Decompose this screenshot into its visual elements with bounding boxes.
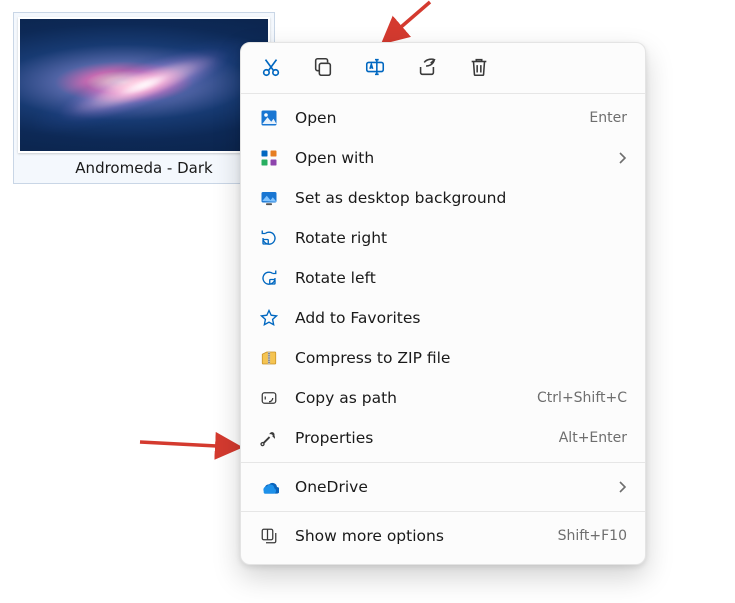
menu-label: Copy as path (295, 389, 537, 407)
menu-label: Add to Favorites (295, 309, 627, 327)
menu-onedrive[interactable]: OneDrive (241, 467, 645, 507)
annotation-arrow-top (374, 0, 444, 46)
file-thumbnail (18, 17, 270, 153)
menu-set-wallpaper[interactable]: Set as desktop background (241, 178, 645, 218)
chevron-right-icon (617, 481, 627, 493)
menu-label: Show more options (295, 527, 558, 545)
menu-label: Set as desktop background (295, 189, 627, 207)
menu-properties[interactable]: Properties Alt+Enter (241, 418, 645, 458)
separator (241, 511, 645, 512)
rotate-right-icon (259, 228, 279, 248)
separator (241, 93, 645, 94)
menu-copy-as-path[interactable]: Copy as path Ctrl+Shift+C (241, 378, 645, 418)
separator (241, 462, 645, 463)
delete-button[interactable] (467, 55, 491, 79)
annotation-arrow-left (138, 430, 246, 458)
share-button[interactable] (415, 55, 439, 79)
menu-show-more[interactable]: Show more options Shift+F10 (241, 516, 645, 556)
menu-add-favorites[interactable]: Add to Favorites (241, 298, 645, 338)
menu-hint: Shift+F10 (558, 528, 627, 544)
menu-hint: Enter (589, 110, 627, 126)
menu-rotate-left[interactable]: Rotate left (241, 258, 645, 298)
show-more-icon (259, 526, 279, 546)
menu-label: Compress to ZIP file (295, 349, 627, 367)
menu-label: Open (295, 109, 589, 127)
wallpaper-icon (259, 188, 279, 208)
onedrive-icon (259, 477, 279, 497)
rename-button[interactable] (363, 55, 387, 79)
open-with-icon (259, 148, 279, 168)
menu-rotate-right[interactable]: Rotate right (241, 218, 645, 258)
cut-button[interactable] (259, 55, 283, 79)
wrench-icon (259, 428, 279, 448)
menu-label: Open with (295, 149, 617, 167)
menu-hint: Alt+Enter (559, 430, 627, 446)
chevron-right-icon (617, 152, 627, 164)
file-card[interactable]: Andromeda - Dark (13, 12, 275, 184)
menu-open[interactable]: Open Enter (241, 98, 645, 138)
menu-hint: Ctrl+Shift+C (537, 390, 627, 406)
copy-button[interactable] (311, 55, 335, 79)
menu-compress-zip[interactable]: Compress to ZIP file (241, 338, 645, 378)
zip-icon (259, 348, 279, 368)
copy-path-icon (259, 388, 279, 408)
rotate-left-icon (259, 268, 279, 288)
context-menu: Open Enter Open with Set as desktop back… (240, 42, 646, 565)
file-caption: Andromeda - Dark (18, 159, 270, 177)
image-icon (259, 108, 279, 128)
context-menu-toolbar (241, 49, 645, 89)
menu-open-with[interactable]: Open with (241, 138, 645, 178)
menu-label: OneDrive (295, 478, 617, 496)
menu-label: Rotate right (295, 229, 627, 247)
menu-label: Properties (295, 429, 559, 447)
menu-label: Rotate left (295, 269, 627, 287)
star-icon (259, 308, 279, 328)
